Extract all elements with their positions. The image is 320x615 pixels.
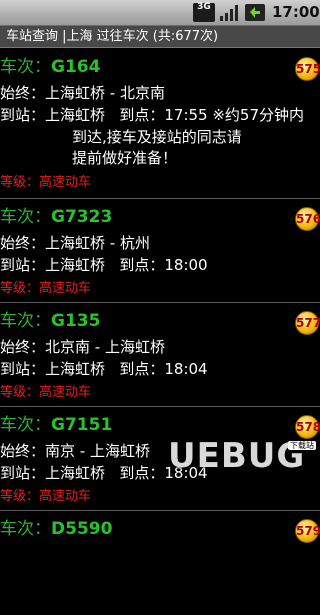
arrival-row: 到站：上海虹桥 到点：17:55 ※约57分钟内 [0,105,304,125]
network-3g-icon: 3G [193,3,215,22]
train-number-row: 车次：G7323 [0,207,112,227]
arrive-time-label: 到点： [119,464,165,482]
list-item-train[interactable]: 车次：D5590 579 [0,511,320,615]
list-item-train[interactable]: 车次：G164 575 始终：上海虹桥 - 北京南 到站：上海虹桥 到点：17:… [0,49,320,199]
index-badge: 579 [295,519,320,543]
train-grade: 等级：高速动车 [0,281,92,296]
train-number: G7323 [51,207,113,227]
arrival-label: 到站： [0,360,46,378]
train-number: G7151 [51,415,113,435]
train-label: 车次： [0,311,51,331]
route-value: 南京 - 上海虹桥 [45,442,150,460]
arrival-station: 上海虹桥 [45,360,106,378]
arrival-note: 到达,接车及接站的同志请 提前做好准备！ [72,128,242,167]
route-value: 北京南 - 上海虹桥 [45,338,165,356]
train-number-row: 车次：G7151 [0,415,112,435]
arrival-row: 到站：上海虹桥 到点：18:04 [0,359,208,379]
train-grade: 等级：高速动车 [0,489,92,504]
arrive-time: 18:04 [164,360,208,378]
watermark-tag: 下载站 [288,441,316,450]
route-label: 始终： [0,84,46,102]
clock: 17:00 [272,3,320,21]
route-row: 始终：上海虹桥 - 杭州 [0,233,150,253]
signal-strength-icon [220,5,238,21]
train-grade: 等级：高速动车 [0,385,92,400]
route-value: 上海虹桥 - 北京南 [45,84,165,102]
train-number-row: 车次：G135 [0,311,100,331]
route-row: 始终：北京南 - 上海虹桥 [0,337,165,357]
arrival-label: 到站： [0,106,46,124]
train-number: G164 [51,57,101,77]
index-badge: 575 [295,57,320,81]
arrival-row: 到站：上海虹桥 到点：18:00 [0,255,208,275]
arrive-time-label: 到点： [119,360,165,378]
route-row: 始终：南京 - 上海虹桥 [0,441,150,461]
route-label: 始终： [0,442,46,460]
list-item-train[interactable]: 车次：G135 577 始终：北京南 - 上海虹桥 到站：上海虹桥 到点：18:… [0,303,320,407]
route-row: 始终：上海虹桥 - 北京南 [0,83,165,103]
list-item-train[interactable]: 车次：G7323 576 始终：上海虹桥 - 杭州 到站：上海虹桥 到点：18:… [0,199,320,303]
route-value: 上海虹桥 - 杭州 [45,234,150,252]
route-label: 始终： [0,234,46,252]
train-label: 车次： [0,207,51,227]
arrival-station: 上海虹桥 [45,464,106,482]
train-label: 车次： [0,57,51,77]
battery-icon [245,4,265,21]
index-badge: 577 [295,311,320,335]
arrive-time: 18:00 [164,256,208,274]
train-label: 车次： [0,415,51,435]
index-badge: 576 [295,207,320,231]
train-list[interactable]: 车次：G164 575 始终：上海虹桥 - 北京南 到站：上海虹桥 到点：17:… [0,49,320,615]
page-title: 车站查询 |上海 过往车次 (共:677次) [0,26,320,48]
train-number-row: 车次：D5590 [0,519,112,539]
arrival-station: 上海虹桥 [45,106,106,124]
arrive-time: 17:55 [164,106,208,124]
arrival-label: 到站： [0,256,46,274]
train-number-row: 车次：G164 [0,57,100,77]
train-grade: 等级：高速动车 [0,175,92,190]
status-bar: 3G 17:00 [0,0,320,26]
train-number: G135 [51,311,101,331]
arrive-time-label: 到点： [119,256,165,274]
arrival-station: 上海虹桥 [45,256,106,274]
arrive-time-label: 到点： [119,106,165,124]
arrival-note-first: ※约57分钟内 [207,106,305,124]
train-label: 车次： [0,519,51,539]
train-number: D5590 [51,519,113,539]
network-label: 3G [197,2,211,12]
arrival-label: 到站： [0,464,46,482]
route-label: 始终： [0,338,46,356]
